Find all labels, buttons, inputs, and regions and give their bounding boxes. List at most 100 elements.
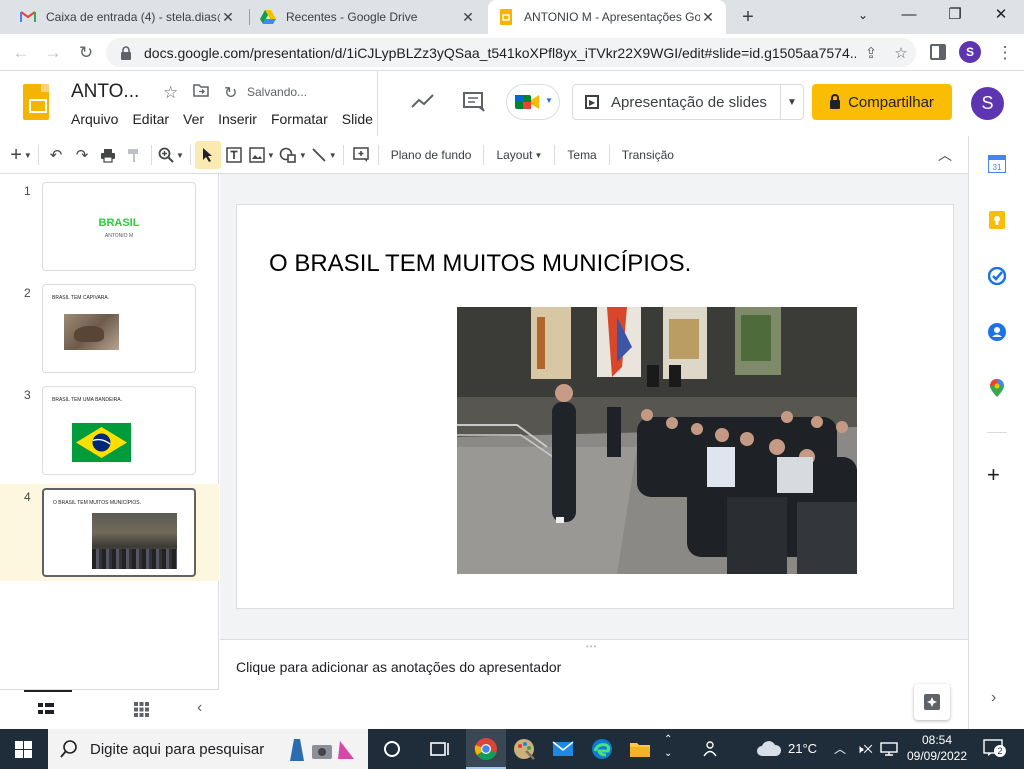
- layout-button[interactable]: Layout ▼: [488, 141, 550, 169]
- edge-browser-icon[interactable]: [590, 737, 614, 761]
- new-tab-button[interactable]: +: [738, 6, 758, 28]
- add-comment-icon[interactable]: [348, 141, 374, 169]
- user-avatar[interactable]: S: [971, 87, 1004, 120]
- meet-button[interactable]: ▼: [506, 84, 560, 120]
- slides-logo-icon[interactable]: [23, 84, 49, 120]
- filmstrip-slide-4[interactable]: 4 O BRASIL TEM MUITOS MUNICÍPIOS.: [0, 484, 219, 581]
- restore-button[interactable]: ❐: [932, 0, 978, 30]
- tab-gmail[interactable]: Caixa de entrada (4) - stela.dias@ ✕: [10, 0, 246, 34]
- tasks-icon[interactable]: [988, 267, 1006, 285]
- speaker-notes[interactable]: Clique para adicionar as anotações do ap…: [220, 648, 968, 729]
- tab-drive[interactable]: Recentes - Google Drive ✕: [250, 0, 486, 34]
- task-view-icon[interactable]: [428, 737, 452, 761]
- tab-search-icon[interactable]: ⌄: [840, 0, 886, 30]
- slide-thumbnail[interactable]: BRASIL TEM UMA BANDEIRA.: [42, 386, 196, 475]
- calendar-icon[interactable]: 31: [988, 155, 1006, 173]
- keep-icon[interactable]: [988, 211, 1006, 229]
- task-view-circle-icon[interactable]: [380, 737, 404, 761]
- slide-thumbnail[interactable]: BRASIL TEM CAPIVARA.: [42, 284, 196, 373]
- browser-menu-icon[interactable]: ⋮: [994, 42, 1016, 64]
- paint-format-icon[interactable]: [121, 141, 147, 169]
- weather-cloud-icon[interactable]: [756, 739, 782, 759]
- menu-file[interactable]: Arquivo: [71, 111, 118, 127]
- chevron-down-icon: ▼: [328, 150, 337, 160]
- activity-dashboard-icon[interactable]: [410, 89, 436, 115]
- taskbar-chrome-app[interactable]: [466, 729, 506, 769]
- print-icon[interactable]: [95, 141, 121, 169]
- menu-insert[interactable]: Inserir: [218, 111, 257, 127]
- slide-thumbnail[interactable]: BRASIL ANTONIO M: [42, 182, 196, 271]
- filmstrip-slide-1[interactable]: 1 BRASIL ANTONIO M: [0, 178, 219, 275]
- close-window-button[interactable]: ✕: [978, 0, 1024, 30]
- theme-button[interactable]: Tema: [559, 141, 604, 169]
- comments-icon[interactable]: [461, 89, 487, 115]
- close-tab-icon[interactable]: ✕: [460, 9, 476, 26]
- slide-title[interactable]: O BRASIL TEM MUITOS MUNICÍPIOS.: [269, 250, 691, 278]
- slide-canvas-area: O BRASIL TEM MUITOS MUNICÍPIOS.: [220, 174, 968, 639]
- move-folder-icon[interactable]: [193, 83, 209, 102]
- image-insert-icon[interactable]: ▼: [247, 141, 277, 169]
- background-button[interactable]: Plano de fundo: [383, 141, 480, 169]
- weather-temperature[interactable]: 21°C: [788, 729, 817, 769]
- redo-icon[interactable]: ↷: [69, 141, 95, 169]
- event-photo[interactable]: [457, 307, 857, 574]
- file-explorer-icon[interactable]: [628, 737, 652, 761]
- notifications-button[interactable]: 2: [983, 739, 1006, 757]
- text-box-icon[interactable]: [221, 141, 247, 169]
- mail-app-icon[interactable]: [551, 737, 575, 761]
- menu-edit[interactable]: Editar: [132, 111, 169, 127]
- shape-icon[interactable]: ▼: [277, 141, 309, 169]
- menu-slide[interactable]: Slide: [342, 111, 373, 127]
- windows-start-icon[interactable]: [15, 741, 32, 758]
- contacts-icon[interactable]: [988, 323, 1006, 341]
- forward-icon[interactable]: →: [42, 42, 64, 64]
- close-tab-icon[interactable]: ✕: [700, 9, 716, 26]
- collapse-filmstrip-icon[interactable]: ‹: [197, 699, 202, 717]
- slideshow-button[interactable]: ▶ Apresentação de slides: [573, 85, 781, 119]
- people-icon[interactable]: [700, 741, 718, 757]
- filmstrip-slide-2[interactable]: 2 BRASIL TEM CAPIVARA.: [0, 280, 219, 377]
- bookmark-star-icon[interactable]: ☆: [886, 44, 916, 62]
- maps-icon[interactable]: [988, 379, 1006, 397]
- slide-thumbnail[interactable]: O BRASIL TEM MUITOS MUNICÍPIOS.: [42, 488, 196, 577]
- omnibox[interactable]: docs.google.com/presentation/d/1iCJLypBL…: [106, 38, 916, 67]
- document-title[interactable]: ANTO...: [71, 81, 139, 103]
- share-page-icon[interactable]: ⇪: [856, 44, 886, 62]
- menu-format[interactable]: Formatar: [271, 111, 328, 127]
- new-slide-button[interactable]: + ▼: [8, 141, 34, 169]
- notes-resize-handle[interactable]: •••: [220, 639, 968, 651]
- paint-app-icon[interactable]: [512, 737, 536, 761]
- tab-title: Recentes - Google Drive: [286, 10, 418, 24]
- get-addons-icon[interactable]: +: [987, 462, 1000, 488]
- tab-slides[interactable]: ANTONIO M - Apresentações Go ✕: [488, 0, 726, 34]
- reload-icon[interactable]: ↻: [75, 42, 97, 64]
- filmstrip-view-icon[interactable]: [38, 702, 54, 716]
- sidebar-toggle-icon[interactable]: [930, 44, 946, 60]
- chevron-up-icon[interactable]: ︿: [834, 729, 846, 769]
- close-tab-icon[interactable]: ✕: [220, 9, 236, 26]
- share-button[interactable]: Compartilhar: [812, 84, 952, 120]
- select-tool-icon[interactable]: [194, 141, 221, 169]
- undo-icon[interactable]: ↶: [43, 141, 69, 169]
- taskbar-search-box[interactable]: Digite aqui para pesquisar: [48, 729, 368, 769]
- minimize-button[interactable]: —: [886, 0, 932, 30]
- filmstrip-slide-3[interactable]: 3 BRASIL TEM UMA BANDEIRA.: [0, 382, 219, 479]
- expand-side-panel-icon[interactable]: ›: [991, 689, 996, 707]
- grid-view-icon[interactable]: [134, 702, 149, 717]
- menu-view[interactable]: Ver: [183, 111, 204, 127]
- back-icon[interactable]: ←: [10, 42, 32, 64]
- slide-canvas[interactable]: O BRASIL TEM MUITOS MUNICÍPIOS.: [237, 205, 953, 608]
- star-icon[interactable]: ☆: [163, 83, 178, 103]
- present-options-dropdown[interactable]: ▼: [781, 97, 803, 108]
- transition-button[interactable]: Transição: [614, 141, 682, 169]
- zoom-icon[interactable]: ▼: [156, 141, 186, 169]
- speaker-notes-placeholder[interactable]: Clique para adicionar as anotações do ap…: [236, 659, 561, 675]
- network-icon[interactable]: [880, 742, 898, 756]
- collapse-toolbar-icon[interactable]: ︿: [932, 141, 958, 169]
- taskbar-scroll-arrows[interactable]: ⌃ ⌄: [664, 733, 672, 761]
- clock[interactable]: 08:54 09/09/2022: [905, 732, 969, 764]
- line-icon[interactable]: ▼: [309, 141, 339, 169]
- volume-muted-icon[interactable]: 🕨✕: [856, 729, 873, 769]
- explore-button[interactable]: [914, 684, 950, 720]
- browser-profile-avatar[interactable]: S: [959, 41, 981, 63]
